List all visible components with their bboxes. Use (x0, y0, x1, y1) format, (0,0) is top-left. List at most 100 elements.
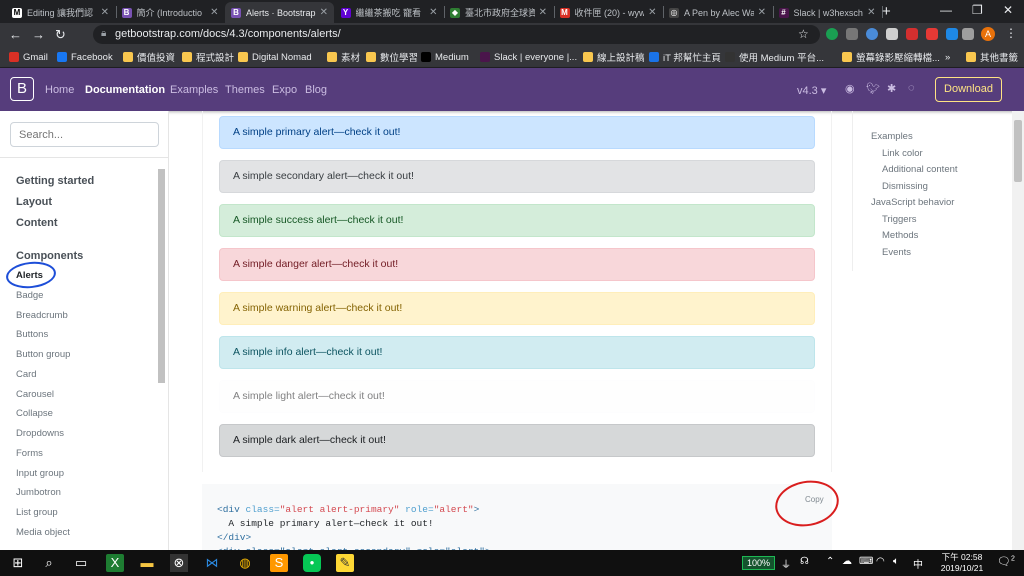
extension-icon[interactable] (826, 28, 838, 40)
toc-link[interactable]: Methods (882, 230, 918, 241)
browser-tab[interactable]: ◆ 臺北市政府全球資 ✕ (444, 2, 553, 23)
sidebar-section-layout[interactable]: Layout (16, 196, 52, 208)
maximize-button[interactable]: ❐ (972, 3, 983, 17)
extension-icon[interactable] (946, 28, 958, 40)
sidebar-section-content[interactable]: Content (16, 217, 58, 229)
sublime-text-icon[interactable]: S (270, 554, 288, 572)
profile-avatar[interactable]: A (981, 27, 995, 41)
browser-tab[interactable]: M Editing 讓我們認 ✕ (6, 2, 115, 23)
bootstrap-logo[interactable]: B (10, 77, 34, 101)
extension-icon[interactable] (846, 28, 858, 40)
bookmark-star-icon[interactable]: ☆ (798, 27, 809, 41)
bookmark-item[interactable]: Medium (421, 50, 469, 64)
sidebar-item[interactable]: Carousel (16, 389, 54, 400)
tab-close-icon[interactable]: ✕ (648, 7, 656, 18)
nav-link-home[interactable]: Home (45, 84, 74, 96)
xbox-app-icon[interactable]: ⊗ (170, 554, 188, 572)
tab-close-icon[interactable]: ✕ (429, 7, 437, 18)
sidebar-item[interactable]: Badge (16, 290, 43, 301)
file-explorer-icon[interactable]: ▬ (138, 554, 156, 572)
excel-app-icon[interactable]: X (106, 554, 124, 572)
version-dropdown[interactable]: v4.3 ▾ (797, 84, 826, 97)
nav-link-themes[interactable]: Themes (225, 84, 265, 96)
browser-tab[interactable]: B 簡介 (Introductio ✕ (116, 2, 225, 23)
download-button[interactable]: Download (935, 77, 1002, 102)
bookmark-item[interactable]: Slack | everyone |... (480, 50, 577, 64)
sidebar-item[interactable]: Collapse (16, 408, 53, 419)
sidebar-item[interactable]: List group (16, 507, 58, 518)
notification-center-icon[interactable]: 🗨︎2 (997, 555, 1015, 568)
people-icon[interactable]: ☊ (800, 556, 809, 567)
line-app-icon[interactable]: ● (303, 554, 321, 572)
tab-close-icon[interactable]: ✕ (758, 7, 766, 18)
battery-indicator[interactable]: 100% (742, 556, 775, 570)
reload-icon[interactable]: ↻ (55, 27, 66, 43)
wifi-icon[interactable]: ◠ (876, 556, 885, 567)
tray-expand-icon[interactable]: ⌃ (826, 556, 834, 567)
nav-link-documentation[interactable]: Documentation (85, 84, 165, 96)
bookmark-item[interactable]: 螢幕錄影壓縮轉檔... (842, 50, 940, 64)
search-input[interactable] (10, 122, 159, 147)
browser-tab[interactable]: # Slack | w3hexsch ✕ (773, 2, 882, 23)
toc-link[interactable]: Triggers (882, 214, 917, 225)
bookmark-item[interactable]: Facebook (57, 50, 113, 64)
bookmark-item[interactable]: 使用 Medium 平台... (725, 50, 824, 64)
sidebar-item[interactable]: Jumbotron (16, 487, 61, 498)
system-clock[interactable]: 下午 02:58 2019/10/21 (937, 552, 987, 574)
sidebar-item[interactable]: Dropdowns (16, 428, 64, 439)
toc-link[interactable]: Additional content (882, 164, 958, 175)
nav-link-examples[interactable]: Examples (170, 84, 218, 96)
chrome-icon[interactable]: ◍ (236, 554, 254, 572)
toc-link[interactable]: Examples (871, 131, 913, 142)
extension-icon[interactable] (886, 28, 898, 40)
bookmark-item[interactable]: 素材 (327, 50, 360, 64)
opencollective-icon[interactable]: ◌ (908, 82, 915, 94)
back-icon[interactable]: ← (9, 27, 22, 42)
keyboard-icon[interactable]: ⌨ (859, 556, 873, 567)
nav-link-expo[interactable]: Expo (272, 84, 297, 96)
sidebar-item[interactable]: Media object (16, 527, 70, 538)
toc-link[interactable]: Events (882, 247, 911, 258)
bookmark-item[interactable]: » (945, 50, 950, 64)
nav-link-blog[interactable]: Blog (305, 84, 327, 96)
sidebar-section-getting-started[interactable]: Getting started (16, 175, 94, 187)
page-scrollbar-thumb[interactable] (1014, 120, 1022, 182)
toc-link[interactable]: JavaScript behavior (871, 197, 954, 208)
tab-close-icon[interactable]: ✕ (101, 7, 109, 18)
extension-icon[interactable] (962, 28, 974, 40)
sidebar-section-components[interactable]: Components (16, 250, 83, 262)
bookmark-item[interactable]: iT 邦幫忙主頁 (649, 50, 721, 64)
bookmark-item[interactable]: 價值投資 (123, 50, 175, 64)
browser-menu-icon[interactable]: ⋮ (1005, 26, 1017, 40)
sidebar-item[interactable]: Breadcrumb (16, 310, 68, 321)
bookmark-item[interactable]: 線上設計稿 (583, 50, 645, 64)
tab-close-icon[interactable]: ✕ (867, 7, 875, 18)
search-icon[interactable]: ⌕ (40, 554, 58, 572)
volume-icon[interactable]: 🔈︎ (893, 556, 899, 567)
bookmark-item[interactable]: Gmail (9, 50, 48, 64)
browser-tab[interactable]: ◎ A Pen by Alec Wa ✕ (663, 2, 772, 23)
windows-start-icon[interactable]: ⊞ (9, 554, 27, 572)
extension-icon[interactable] (926, 28, 938, 40)
sidebar-item[interactable]: Forms (16, 448, 43, 459)
new-tab-button[interactable]: + (882, 3, 891, 20)
extension-icon[interactable] (906, 28, 918, 40)
task-view-icon[interactable]: ▭ (72, 554, 90, 572)
bookmark-item[interactable]: 數位學習 (366, 50, 418, 64)
browser-tab[interactable]: M 收件匣 (20) - wyw ✕ (554, 2, 663, 23)
close-window-button[interactable]: ✕ (1003, 3, 1013, 17)
forward-icon[interactable]: → (32, 27, 45, 42)
tab-close-icon[interactable]: ✕ (320, 7, 328, 18)
sticky-notes-icon[interactable]: ✎ (336, 554, 354, 572)
minimize-button[interactable]: — (940, 3, 952, 17)
toc-link[interactable]: Link color (882, 148, 923, 159)
bookmark-item[interactable]: Digital Nomad (238, 50, 312, 64)
sidebar-item[interactable]: Card (16, 369, 37, 380)
bookmark-item[interactable]: 其他書籤 (966, 50, 1018, 64)
sidebar-item[interactable]: Button group (16, 349, 70, 360)
bookmark-item[interactable]: 程式設計 (182, 50, 234, 64)
ime-indicator[interactable]: 中 (913, 556, 923, 571)
browser-tab[interactable]: Y 繼繼茶搬吃 寵看 ✕ (335, 2, 444, 23)
browser-tab[interactable]: B Alerts · Bootstrap ✕ (225, 2, 334, 23)
tab-close-icon[interactable]: ✕ (210, 7, 218, 18)
